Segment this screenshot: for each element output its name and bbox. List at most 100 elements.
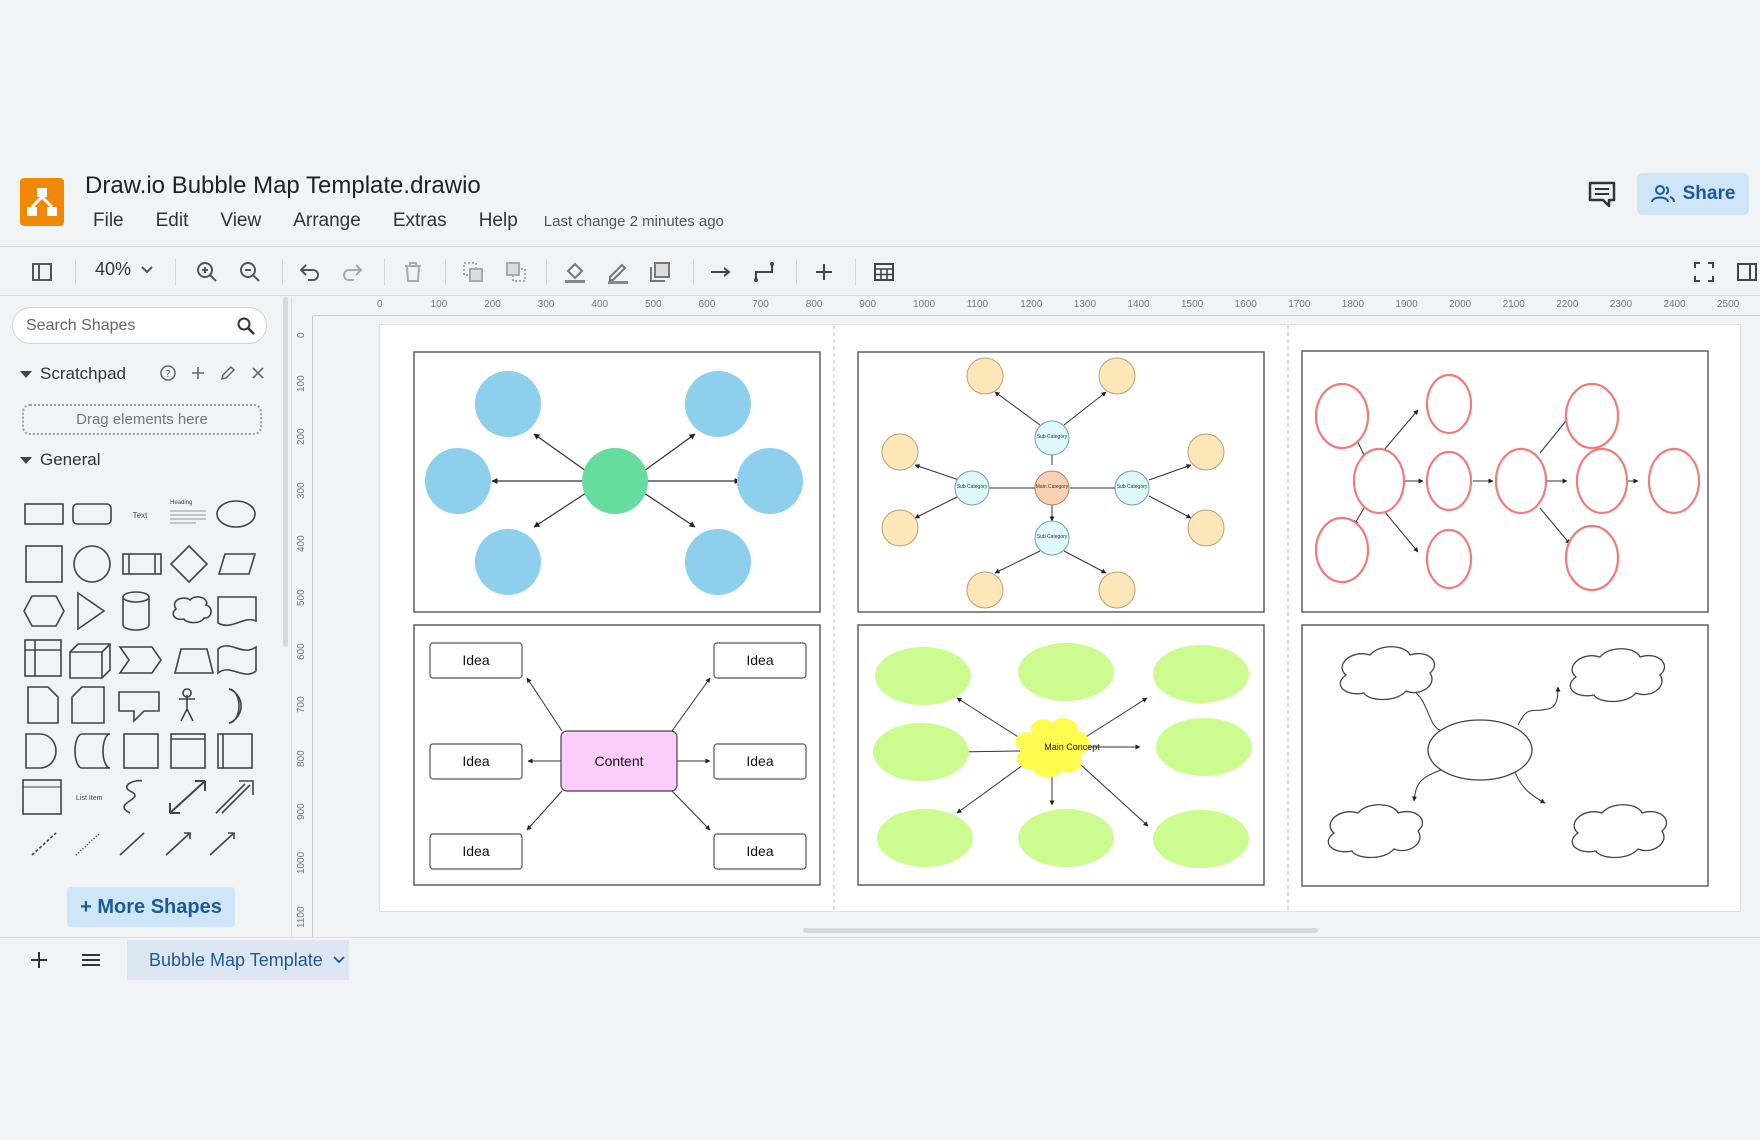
- menu-file[interactable]: File: [93, 210, 124, 232]
- zoom-in-icon[interactable]: [195, 260, 219, 284]
- ruler-tick-label: 900: [296, 803, 307, 821]
- connection-arrow-icon[interactable]: [709, 260, 733, 284]
- fill-color-icon[interactable]: [563, 260, 587, 284]
- pages-menu-icon[interactable]: [80, 950, 102, 970]
- shape-data-storage: [74, 733, 111, 769]
- insert-plus-icon[interactable]: [812, 260, 836, 284]
- scratchpad-dropzone[interactable]: Drag elements here: [22, 404, 262, 435]
- bubble-map-main-concept[interactable]: Main Concept: [857, 624, 1265, 886]
- shadow-icon[interactable]: [648, 260, 672, 284]
- users-icon: [1650, 185, 1675, 203]
- close-icon[interactable]: [250, 365, 266, 381]
- ruler-tick-label: 600: [698, 299, 716, 310]
- format-panel-toggle-icon[interactable]: [1735, 260, 1759, 284]
- to-back-icon[interactable]: [504, 260, 528, 284]
- ruler-tick-label: 1900: [1395, 299, 1418, 310]
- menu-extras[interactable]: Extras: [393, 210, 447, 232]
- last-change-status[interactable]: Last change 2 minutes ago: [544, 213, 724, 230]
- cloud-shape: [1571, 804, 1668, 859]
- ruler-tick-label: 300: [296, 482, 307, 499]
- shape-list-item: List Item: [76, 795, 103, 802]
- general-header[interactable]: General: [20, 450, 100, 470]
- bubble-map-clouds[interactable]: [1301, 624, 1709, 887]
- ruler-tick-label: 1000: [913, 299, 936, 310]
- share-button[interactable]: Share: [1637, 173, 1749, 215]
- shape-container: [123, 733, 159, 769]
- zoom-select[interactable]: 40%: [95, 259, 153, 280]
- ruler-tick-label: 800: [296, 750, 307, 767]
- sidebar-scrollbar[interactable]: [283, 297, 288, 647]
- ruler-tick-label: 2000: [1449, 299, 1472, 310]
- ruler-tick-label: 1400: [1127, 299, 1150, 310]
- ruler-tick-label: 300: [537, 299, 555, 310]
- more-shapes-button[interactable]: + More Shapes: [67, 887, 235, 927]
- shape-cloud: [172, 596, 212, 624]
- help-icon[interactable]: ?: [160, 365, 176, 381]
- scratchpad-actions: ?: [160, 365, 266, 381]
- shape-card: [71, 686, 105, 724]
- ruler-tick-label: 700: [752, 299, 769, 310]
- diagram-page[interactable]: Sub Category Sub Category Sub Category S…: [379, 324, 1741, 913]
- add-icon[interactable]: [190, 365, 206, 381]
- redo-icon[interactable]: [340, 260, 364, 284]
- undo-icon[interactable]: [298, 260, 322, 284]
- shape-callout: [118, 691, 160, 723]
- shape-cube: [69, 643, 111, 679]
- diagram-canvas[interactable]: 0 100 200 300 400 500 600 700 800 900 1000 1100 1200…: [293, 297, 1760, 937]
- menu-view[interactable]: View: [220, 210, 261, 232]
- caret-down-icon: [20, 456, 32, 464]
- drawio-logo[interactable]: [20, 178, 64, 226]
- chevron-down-icon[interactable]: [333, 956, 345, 964]
- ruler-tick-label: 2400: [1663, 299, 1686, 310]
- line-color-icon[interactable]: [606, 260, 630, 284]
- zoom-out-icon[interactable]: [238, 260, 262, 284]
- shape-parallelogram: [217, 553, 257, 575]
- ruler-tick-label: 2100: [1502, 299, 1525, 310]
- bubble-map-ideas[interactable]: Idea Idea Idea Idea Idea Idea Content: [413, 624, 821, 886]
- comments-icon[interactable]: [1587, 179, 1617, 209]
- sub-category-label: Sub Category: [1037, 534, 1068, 540]
- sub-category-label: Sub Category: [1117, 484, 1148, 490]
- shapes-sidebar: Search Shapes Scratchpad ? Drag elements…: [0, 297, 292, 937]
- ruler-tick-label: 1300: [1073, 299, 1097, 310]
- menu-edit[interactable]: Edit: [156, 210, 189, 232]
- ruler-tick-label: 2500: [1717, 299, 1740, 310]
- ruler-tick-label: 2200: [1556, 299, 1579, 310]
- sidebar-toggle-icon[interactable]: [30, 260, 54, 284]
- waypoints-icon[interactable]: [752, 260, 776, 284]
- to-front-icon[interactable]: [461, 260, 485, 284]
- bubble-map-categories[interactable]: Sub Category Sub Category Sub Category S…: [857, 351, 1265, 613]
- shape-rectangle: [24, 503, 64, 525]
- cloud-shape: [1339, 646, 1436, 701]
- document-title[interactable]: Draw.io Bubble Map Template.drawio: [85, 172, 481, 200]
- fullscreen-icon[interactable]: [1692, 260, 1716, 284]
- shape-internal-storage: [24, 639, 62, 677]
- toolbar-divider: [175, 259, 176, 285]
- tab-bubble-map-template[interactable]: Bubble Map Template: [127, 940, 349, 980]
- ruler-tick-label: 1100: [966, 299, 989, 310]
- menu-arrange[interactable]: Arrange: [293, 210, 361, 232]
- shape-dotted-line: [75, 832, 101, 856]
- search-input[interactable]: Search Shapes: [12, 307, 267, 344]
- general-shapes-palette[interactable]: Text Heading List Item: [20, 487, 270, 877]
- search-icon[interactable]: [236, 316, 256, 336]
- app-header: Draw.io Bubble Map Template.drawio File …: [0, 160, 1760, 246]
- horizontal-scrollbar[interactable]: [803, 928, 1318, 933]
- cloud-shape: [1569, 648, 1666, 703]
- shape-list: [22, 779, 62, 815]
- scratchpad-header[interactable]: Scratchpad: [20, 364, 126, 384]
- ruler-tick-label: 400: [591, 299, 609, 310]
- table-icon[interactable]: [872, 260, 896, 284]
- shape-text: Text: [133, 511, 148, 520]
- delete-icon[interactable]: [401, 260, 425, 284]
- bubble-map-blue[interactable]: [413, 351, 821, 613]
- ruler-tick-label: 100: [430, 299, 448, 310]
- bubble-map-ovals[interactable]: [1301, 350, 1709, 613]
- ruler-tick-label: 1700: [1288, 299, 1311, 310]
- shape-block-arrow: [215, 780, 254, 814]
- ruler-tick-label: 800: [805, 299, 823, 310]
- menu-help[interactable]: Help: [479, 210, 518, 232]
- content-label: Content: [594, 753, 643, 769]
- edit-icon[interactable]: [220, 365, 236, 381]
- add-page-icon[interactable]: [29, 950, 49, 970]
